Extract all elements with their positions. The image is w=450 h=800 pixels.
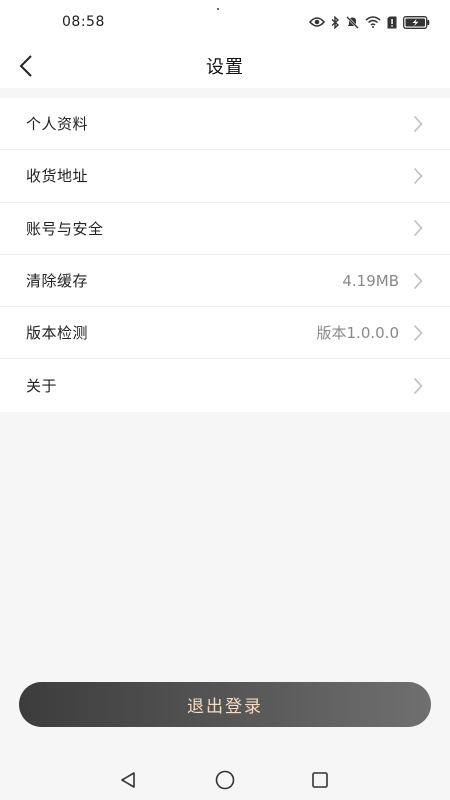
page-title: 设置	[206, 57, 244, 78]
settings-item-address[interactable]: 收货地址	[0, 150, 450, 203]
back-button[interactable]	[10, 50, 42, 82]
settings-list: 个人资料 收货地址 账号与安全 清除缓存 4.19MB 版本检测 版本1.0.0…	[0, 98, 450, 412]
chevron-right-icon	[413, 272, 423, 289]
wifi-icon	[365, 16, 381, 28]
battery-charging-icon	[403, 15, 430, 29]
nav-recents-button[interactable]	[308, 768, 332, 792]
chevron-right-icon	[413, 167, 423, 184]
mute-icon	[346, 15, 359, 29]
logout-button[interactable]: 退出登录	[19, 682, 431, 727]
eye-icon	[309, 17, 325, 27]
settings-item-label: 关于	[26, 377, 58, 396]
settings-item-version-check[interactable]: 版本检测 版本1.0.0.0	[0, 307, 450, 360]
chevron-right-icon	[413, 324, 423, 341]
chevron-right-icon	[413, 220, 423, 237]
sim-alert-icon	[387, 16, 397, 28]
settings-item-label: 个人资料	[26, 115, 89, 134]
back-triangle-icon	[121, 772, 135, 788]
nav-back-button[interactable]	[116, 768, 140, 792]
settings-item-label: 版本检测	[26, 324, 89, 343]
chevron-right-icon	[413, 377, 423, 394]
settings-item-label: 账号与安全	[26, 219, 104, 238]
nav-home-button[interactable]	[213, 768, 237, 792]
settings-item-profile[interactable]: 个人资料	[0, 98, 450, 151]
settings-item-about[interactable]: 关于	[0, 359, 450, 411]
recents-square-icon	[312, 772, 328, 788]
cache-size-value: 4.19MB	[342, 271, 399, 290]
version-value: 版本1.0.0.0	[316, 324, 399, 343]
status-icons	[309, 15, 430, 29]
status-dot	[217, 8, 219, 10]
settings-item-label: 收货地址	[26, 167, 89, 186]
nav-bar	[0, 758, 450, 800]
header: 设置	[0, 44, 450, 88]
settings-item-clear-cache[interactable]: 清除缓存 4.19MB	[0, 255, 450, 308]
chevron-right-icon	[413, 115, 423, 132]
chevron-left-icon	[19, 55, 32, 77]
home-circle-icon	[215, 770, 235, 790]
bluetooth-icon	[331, 15, 340, 29]
settings-item-account-security[interactable]: 账号与安全	[0, 203, 450, 255]
status-time: 08:58	[62, 14, 105, 30]
settings-item-label: 清除缓存	[26, 272, 89, 291]
status-bar: 08:58	[0, 0, 450, 44]
logout-label: 退出登录	[187, 697, 263, 717]
